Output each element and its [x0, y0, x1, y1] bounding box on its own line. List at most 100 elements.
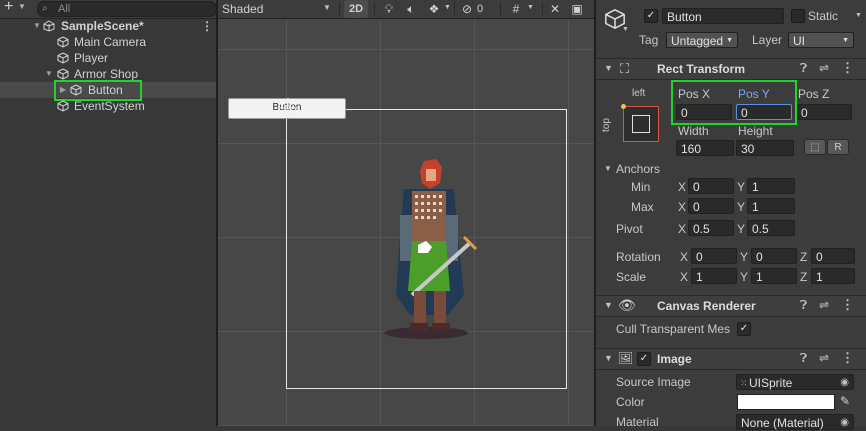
audio-toggle-icon[interactable]: 🔈︎ — [402, 0, 420, 18]
collapse-arrow-icon[interactable]: ▼ — [604, 63, 613, 73]
anchors-max-y-field[interactable]: 1 — [747, 198, 795, 214]
scene-view[interactable]: Button — [218, 0, 594, 426]
anchor-preset-button[interactable] — [621, 104, 659, 142]
x-label: X — [678, 200, 687, 214]
anchors-min-x-field[interactable]: 0 — [688, 178, 734, 194]
height-field[interactable]: 30 — [736, 140, 794, 156]
color-swatch[interactable] — [737, 394, 835, 410]
static-label: Static — [808, 9, 839, 23]
y-label: Y — [737, 180, 746, 194]
anchors-label: Anchors — [616, 162, 661, 176]
pivot-x-field[interactable]: 0.5 — [688, 220, 734, 236]
static-checkbox[interactable] — [791, 9, 805, 23]
scale-label: Scale — [616, 270, 647, 284]
grid-toggle-icon[interactable]: # — [506, 0, 526, 18]
rect-transform-icon: ⛶ — [620, 61, 630, 76]
rotation-x-field[interactable]: 0 — [691, 248, 737, 264]
material-label: Material — [616, 415, 659, 429]
pivot-y-field[interactable]: 0.5 — [747, 220, 795, 236]
anchors-max-x-field[interactable]: 0 — [688, 198, 734, 214]
effects-toggle-icon[interactable]: ❖ — [424, 0, 444, 18]
source-image-value: UISprite — [749, 376, 793, 390]
preset-icon[interactable]: ⇌ — [819, 61, 829, 75]
raw-edit-button[interactable]: R — [827, 139, 849, 155]
y-label: Y — [740, 270, 749, 284]
more-options-icon[interactable]: ⋮ — [841, 297, 854, 313]
layer-dropdown[interactable]: UI ▼ — [788, 32, 854, 48]
rect-transform-title: Rect Transform — [657, 62, 746, 76]
collapse-arrow-icon[interactable]: ▼ — [33, 18, 41, 34]
scale-x-field[interactable]: 1 — [691, 268, 737, 284]
preset-icon[interactable]: ⇌ — [819, 298, 829, 312]
move-gizmo-icon[interactable] — [276, 96, 300, 120]
anchors-min-label: Min — [631, 180, 651, 194]
gameobject-cube-icon — [57, 36, 69, 48]
active-checkbox[interactable]: ✓ — [644, 9, 658, 23]
sprite-icon: ⁙ — [740, 378, 748, 388]
eyedropper-icon[interactable]: ✎ — [840, 394, 850, 408]
object-picker-icon[interactable]: ◉ — [840, 415, 849, 431]
help-icon[interactable]: ❓︎ — [800, 61, 807, 76]
width-field[interactable]: 160 — [676, 140, 734, 156]
y-label: Y — [740, 250, 749, 264]
tag-value: Untagged — [671, 34, 724, 48]
y-label: Y — [737, 200, 746, 214]
pos-z-label: Pos Z — [798, 87, 830, 101]
chevron-down-icon: ▼ — [444, 4, 451, 11]
tools-icon[interactable]: ✕ — [546, 0, 564, 18]
image-header[interactable]: ▼ 🖼︎ ✓ Image ❓︎ ⇌ ⋮ — [596, 348, 866, 370]
more-options-icon[interactable]: ⋮ — [841, 60, 854, 76]
hidden-count: 0 — [476, 3, 484, 15]
collapse-arrow-icon[interactable]: ▼ — [604, 164, 612, 173]
unity-scene-icon — [43, 20, 55, 32]
source-image-field[interactable]: ⁙ UISprite ◉ — [736, 374, 854, 390]
help-icon[interactable]: ❓︎ — [800, 351, 807, 366]
material-field[interactable]: None (Material) ◉ — [736, 414, 854, 430]
preset-icon[interactable]: ⇌ — [819, 351, 829, 365]
color-label: Color — [616, 395, 645, 409]
hierarchy-item-label: SampleScene* — [61, 19, 144, 33]
cull-transparent-checkbox[interactable]: ✓ — [737, 322, 751, 336]
hierarchy-item-samplescene[interactable]: ▼ SampleScene* ⋮ — [0, 18, 216, 34]
rotation-y-field[interactable]: 0 — [751, 248, 797, 264]
collapse-arrow-icon[interactable]: ▼ — [604, 353, 613, 363]
blueprint-mode-button[interactable]: ⬚ — [804, 139, 826, 155]
anchors-min-y-field[interactable]: 1 — [747, 178, 795, 194]
rotation-z-field[interactable]: 0 — [811, 248, 855, 264]
2d-toggle-button[interactable]: 2D — [344, 0, 368, 18]
search-input[interactable]: ⌕ All — [37, 1, 217, 17]
scale-y-field[interactable]: 1 — [751, 268, 797, 284]
rect-transform-header[interactable]: ▼ ⛶ Rect Transform ❓︎ ⇌ ⋮ — [596, 58, 866, 80]
source-image-label: Source Image — [616, 375, 691, 389]
hierarchy-panel: + ▼ ⌕ All ▼ SampleScene* ⋮ Main Camera P… — [0, 0, 217, 426]
help-icon[interactable]: ❓︎ — [800, 298, 807, 313]
more-options-icon[interactable]: ⋮ — [201, 18, 213, 34]
layer-value: UI — [793, 34, 805, 48]
lighting-toggle-icon[interactable]: 💡︎ — [380, 0, 398, 18]
collapse-arrow-icon[interactable]: ▼ — [604, 300, 613, 310]
chevron-down-icon[interactable]: ▼ — [855, 12, 862, 19]
more-options-icon[interactable]: ⋮ — [841, 350, 854, 366]
image-enabled-checkbox[interactable]: ✓ — [637, 352, 651, 366]
anchor-preset-icon — [632, 115, 650, 133]
add-dropdown-icon[interactable]: ▼ — [18, 2, 26, 11]
shading-mode-dropdown[interactable]: Shaded — [222, 0, 334, 18]
collapse-arrow-icon[interactable]: ▼ — [45, 66, 53, 82]
hierarchy-item-main-camera[interactable]: Main Camera — [0, 34, 216, 50]
object-picker-icon[interactable]: ◉ — [840, 375, 849, 391]
chevron-down-icon[interactable]: ▼ — [622, 26, 629, 33]
hierarchy-item-eventsystem[interactable]: EventSystem — [0, 98, 216, 114]
pos-z-field[interactable]: 0 — [796, 104, 852, 120]
hierarchy-item-label: Main Camera — [74, 35, 147, 49]
gizmos-icon[interactable]: ▣ — [568, 0, 586, 18]
object-name-field[interactable]: Button — [662, 8, 784, 24]
canvas-renderer-header[interactable]: ▼ 👁︎ Canvas Renderer ❓︎ ⇌ ⋮ — [596, 295, 866, 317]
height-label: Height — [738, 124, 773, 138]
hierarchy-item-player[interactable]: Player — [0, 50, 216, 66]
add-button[interactable]: + — [4, 0, 13, 16]
anchor-dot-icon — [621, 104, 626, 109]
search-placeholder: All — [58, 3, 71, 15]
chevron-down-icon: ▼ — [323, 3, 331, 12]
tag-dropdown[interactable]: Untagged ▼ — [666, 32, 738, 48]
scale-z-field[interactable]: 1 — [811, 268, 855, 284]
